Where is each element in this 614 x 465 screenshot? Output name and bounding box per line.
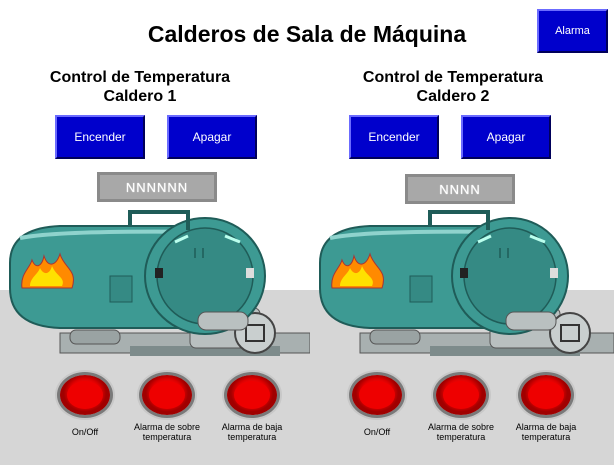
page-title: Calderos de Sala de Máquina <box>147 21 467 47</box>
boiler-1-header-line2: Caldero 1 <box>103 88 177 105</box>
boiler-1-header-line1: Control de Temperatura <box>49 69 231 86</box>
alarm-button[interactable]: Alarma <box>537 9 608 53</box>
boiler-2-temperature-display: NNNN <box>405 174 515 204</box>
boiler-2-on-button[interactable]: Encender <box>349 115 439 159</box>
boiler-2-high-temp-label: Alarma de sobre temperatura <box>427 422 495 442</box>
boiler-1-low-temp-lamp[interactable] <box>227 375 277 415</box>
boiler-1-onoff-lamp[interactable] <box>60 375 110 415</box>
boiler-2-low-temp-label: Alarma de baja temperatura <box>515 422 577 442</box>
boiler-2-header-line2: Caldero 2 <box>416 88 490 105</box>
boiler-2-onoff-lamp[interactable] <box>352 375 402 415</box>
boiler-icon <box>9 210 310 356</box>
boiler-1-low-temp-label: Alarma de baja temperatura <box>221 422 283 442</box>
boiler-1-display-value: NNNNNN <box>125 179 189 195</box>
boiler-2-display-value: NNNN <box>439 181 481 197</box>
boiler-1-high-temp-label: Alarma de sobre temperatura <box>133 422 201 442</box>
boiler-1-off-button[interactable]: Apagar <box>167 115 257 159</box>
boiler-2-low-temp-lamp[interactable] <box>521 375 571 415</box>
boiler-2-illustration <box>319 210 614 356</box>
boiler-1-illustration <box>9 210 310 356</box>
boiler-2-header: Control de Temperatura Caldero 2 <box>323 68 583 106</box>
boiler-1-on-button[interactable]: Encender <box>55 115 145 159</box>
boiler-1-temperature-display: NNNNNN <box>97 172 217 202</box>
boiler-1-onoff-label: On/Off <box>71 427 99 437</box>
boiler-2-header-line1: Control de Temperatura <box>362 69 544 86</box>
boiler-icon <box>319 210 614 356</box>
boiler-2-onoff-label: On/Off <box>363 427 391 437</box>
boiler-1-high-temp-lamp[interactable] <box>142 375 192 415</box>
boiler-2-off-button[interactable]: Apagar <box>461 115 551 159</box>
boiler-2-high-temp-lamp[interactable] <box>436 375 486 415</box>
boiler-1-header: Control de Temperatura Caldero 1 <box>10 68 270 106</box>
